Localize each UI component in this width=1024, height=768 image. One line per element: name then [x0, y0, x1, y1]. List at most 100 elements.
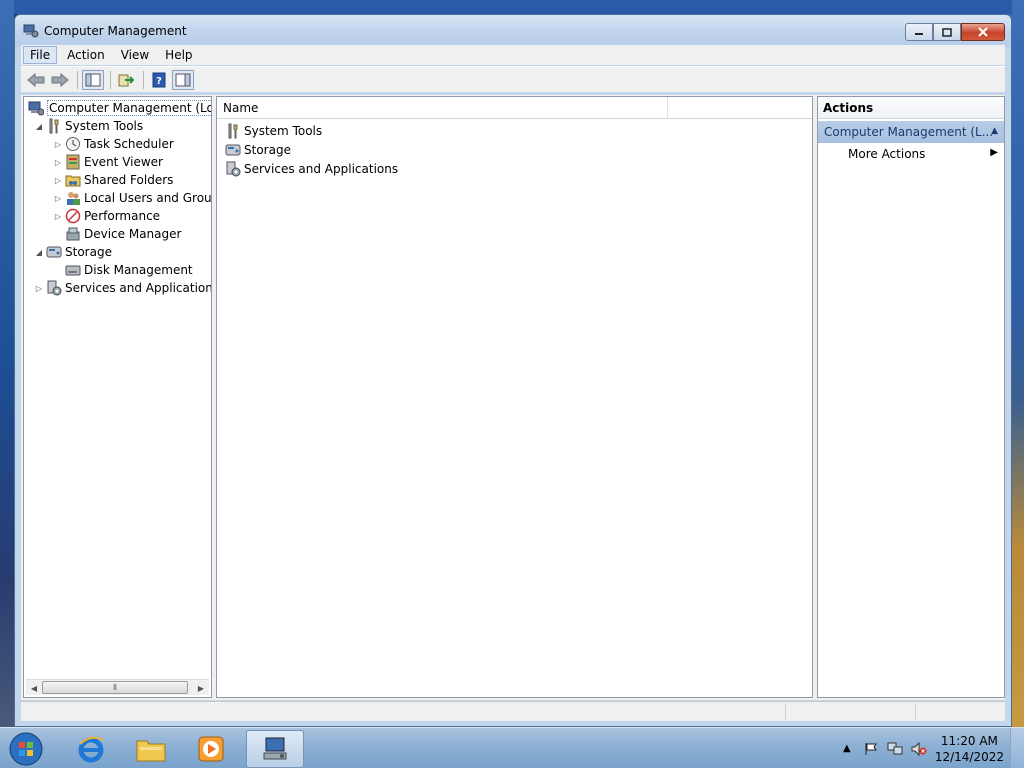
computer-management-window: Computer Management File Action View Hel… — [14, 14, 1012, 727]
minimize-icon — [915, 33, 923, 35]
services-icon — [47, 280, 62, 296]
menu-bar: File Action View Help — [21, 45, 1005, 65]
tree-item-label: Local Users and Groups — [84, 191, 212, 205]
collapse-arrow-icon[interactable]: ◢ — [34, 122, 44, 131]
tree-item-label: System Tools — [65, 119, 144, 133]
tree-item-label: Device Manager — [84, 227, 182, 241]
horizontal-scrollbar[interactable]: ◀ ⦀ ▶ — [26, 679, 209, 695]
list-item-label: System Tools — [244, 124, 323, 138]
show-hide-action-pane-button[interactable] — [172, 69, 194, 90]
system-tray: ▲ 11:20 AM 12/14/2022 — [839, 728, 1024, 768]
menu-help[interactable]: Help — [159, 47, 198, 63]
menu-file[interactable]: File — [23, 46, 58, 64]
column-header: Name — [217, 97, 812, 119]
back-button[interactable] — [25, 70, 47, 90]
menu-view-label: View — [120, 48, 150, 62]
desktop-edge-left — [0, 0, 14, 727]
collapse-up-icon[interactable]: ▲ — [991, 126, 998, 136]
collapse-arrow-icon[interactable]: ◢ — [34, 248, 44, 257]
expand-arrow-icon[interactable]: ▷ — [53, 140, 63, 149]
tree-item-system-tools[interactable]: ◢ System Tools — [34, 117, 143, 135]
tree-item-services-and-applications[interactable]: ▷ Services and Applications — [34, 279, 211, 297]
desktop-edge-right — [1012, 0, 1024, 727]
tree-item-task-scheduler[interactable]: ▷ Task Scheduler — [53, 135, 174, 153]
menu-action[interactable]: Action — [61, 47, 111, 63]
forward-button[interactable] — [49, 70, 71, 90]
tree-item-event-viewer[interactable]: ▷ Event Viewer — [53, 153, 163, 171]
tree-item-label: Event Viewer — [84, 155, 163, 169]
network-icon[interactable] — [887, 741, 903, 757]
folder-icon — [136, 740, 166, 762]
taskbar-internet-explorer[interactable] — [64, 730, 118, 768]
menu-view[interactable]: View — [115, 47, 155, 63]
menu-action-label: Action — [67, 48, 105, 62]
action-center-flag-icon[interactable] — [863, 741, 879, 757]
show-desktop-button[interactable] — [1010, 728, 1024, 768]
expand-arrow-icon[interactable]: ▷ — [53, 176, 63, 185]
tree-item-label: Task Scheduler — [84, 137, 174, 151]
list-item[interactable]: Services and Applications — [223, 160, 398, 178]
internet-explorer-icon — [78, 736, 104, 763]
scroll-right-icon[interactable]: ▶ — [194, 681, 208, 695]
expand-arrow-icon[interactable]: ▷ — [34, 284, 44, 293]
taskbar: ▲ 11:20 AM 12/14/2022 — [0, 727, 1024, 768]
export-list-icon — [118, 74, 134, 86]
actions-header: Actions — [818, 97, 1004, 119]
help-button[interactable]: ? — [148, 70, 170, 90]
results-pane: Name System Tools Storage Services and A… — [216, 96, 813, 698]
tools-icon — [228, 123, 238, 139]
tree-item-label: Storage — [65, 245, 112, 259]
restore-icon — [942, 27, 952, 37]
clock[interactable]: 11:20 AM 12/14/2022 — [935, 733, 1004, 765]
show-hide-console-tree-button[interactable] — [82, 69, 104, 90]
expand-arrow-icon[interactable]: ▷ — [53, 194, 63, 203]
tree-item-storage[interactable]: ◢ Storage — [34, 243, 112, 261]
more-actions-label: More Actions — [848, 147, 926, 161]
list-item[interactable]: Storage — [223, 141, 291, 159]
status-segment — [915, 704, 1005, 720]
window-title: Computer Management — [44, 24, 187, 38]
console-tree: Computer Management (Local ◢ System Tool… — [23, 96, 212, 698]
tree-item-label: Computer Management (Local — [47, 100, 211, 116]
expand-arrow-icon[interactable]: ▷ — [53, 158, 63, 167]
tree-item-local-users-and-groups[interactable]: ▷ Local Users and Groups — [53, 189, 212, 207]
volume-muted-icon[interactable] — [911, 741, 927, 757]
tree-item-shared-folders[interactable]: ▷ Shared Folders — [53, 171, 173, 189]
more-actions-item[interactable]: More Actions ▶ — [848, 147, 1004, 161]
start-button[interactable] — [8, 731, 44, 767]
tree-item-computer-management[interactable]: Computer Management (Local — [26, 99, 211, 117]
computer-management-icon — [28, 101, 44, 116]
users-icon — [67, 192, 80, 205]
storage-icon — [225, 144, 241, 156]
scroll-left-icon[interactable]: ◀ — [27, 681, 41, 695]
list-item[interactable]: System Tools — [223, 122, 322, 140]
show-hidden-icons-button[interactable]: ▲ — [839, 741, 855, 757]
actions-section-computer-management[interactable]: Computer Management (L... ▲ — [818, 121, 1004, 143]
column-name-header[interactable]: Name — [223, 101, 258, 115]
content-area: Computer Management (Local ◢ System Tool… — [21, 95, 1005, 700]
forward-arrow-icon — [51, 72, 69, 87]
disk-icon — [65, 265, 81, 276]
tree-item-disk-management[interactable]: Disk Management — [63, 261, 193, 279]
maximize-button[interactable] — [933, 23, 961, 41]
menu-file-label: File — [30, 48, 51, 62]
minimize-button[interactable] — [905, 23, 933, 41]
expand-arrow-icon[interactable]: ▷ — [53, 212, 63, 221]
close-button[interactable] — [961, 23, 1005, 41]
taskbar-computer-management[interactable] — [246, 730, 304, 768]
media-player-icon — [198, 736, 224, 762]
clock-time: 11:20 AM — [940, 733, 998, 748]
taskbar-windows-explorer[interactable] — [124, 730, 178, 768]
taskbar-media-player[interactable] — [184, 730, 238, 768]
status-bar — [21, 701, 1005, 721]
svg-text:?: ? — [156, 76, 162, 87]
device-manager-icon — [66, 227, 80, 241]
tree-item-device-manager[interactable]: Device Manager — [63, 225, 181, 243]
back-arrow-icon — [27, 72, 45, 87]
column-divider[interactable] — [667, 97, 668, 119]
title-bar[interactable]: Computer Management — [15, 15, 1011, 47]
export-list-button[interactable] — [115, 70, 137, 90]
tree-item-label: Performance — [84, 209, 161, 223]
scrollbar-thumb[interactable]: ⦀ — [42, 681, 188, 694]
tree-item-performance[interactable]: ▷ Performance — [53, 207, 160, 225]
